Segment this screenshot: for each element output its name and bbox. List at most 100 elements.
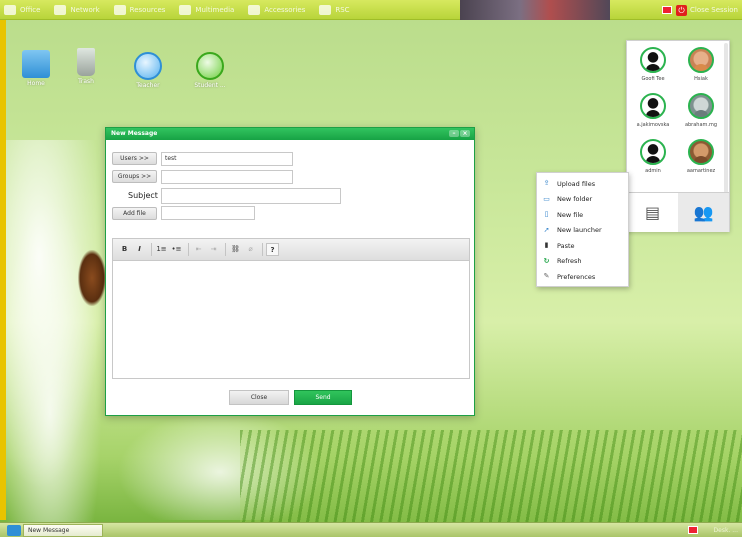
user-item[interactable]: Goofi Tee bbox=[629, 47, 677, 82]
menu-accessories[interactable]: Accessories bbox=[248, 4, 305, 15]
menu-item-preferences[interactable]: ✎ Preferences bbox=[537, 269, 628, 285]
menu-multimedia[interactable]: Multimedia bbox=[179, 4, 235, 15]
bold-button[interactable]: B bbox=[118, 243, 131, 256]
groups-field[interactable] bbox=[161, 170, 293, 184]
add-file-button[interactable]: Add file bbox=[112, 207, 157, 220]
network-icon bbox=[54, 4, 67, 15]
menu-label: Network bbox=[70, 5, 100, 14]
butterfly-decoration bbox=[78, 250, 106, 306]
desktop-icon-student[interactable]: Student ... bbox=[180, 52, 240, 89]
desktop-context-menu: ⇪ Upload files ▭ New folder ▯ New file ➚… bbox=[536, 172, 629, 287]
users-button[interactable]: Users >> bbox=[112, 152, 157, 165]
user-item[interactable]: admin bbox=[629, 139, 677, 174]
send-button[interactable]: Send bbox=[294, 390, 352, 405]
avatar bbox=[640, 93, 666, 119]
folder-icon: ▭ bbox=[543, 194, 550, 203]
menu-item-label: New launcher bbox=[557, 226, 602, 235]
menu-rsc[interactable]: RSC bbox=[319, 4, 350, 15]
link-button[interactable]: ⛓ bbox=[229, 243, 242, 256]
taskbar-desk-label[interactable]: Desk. ... bbox=[714, 527, 738, 534]
menu-item-upload-files[interactable]: ⇪ Upload files bbox=[537, 176, 628, 192]
indent-button[interactable]: ⇥ bbox=[207, 243, 220, 256]
desktop-icon-teacher[interactable]: Teacher bbox=[118, 52, 178, 89]
top-menu-bar: Office Network Resources Multimedia Acce… bbox=[0, 0, 742, 20]
taskbar: New Message Desk. ... bbox=[0, 522, 742, 537]
topbar-banner-image bbox=[460, 0, 610, 20]
menu-label: Multimedia bbox=[195, 5, 235, 14]
user-item[interactable]: aamartinez bbox=[677, 139, 725, 174]
menu-item-refresh[interactable]: ↻ Refresh bbox=[537, 254, 628, 270]
groups-button[interactable]: Groups >> bbox=[112, 170, 157, 183]
menu-item-new-launcher[interactable]: ➚ New launcher bbox=[537, 223, 628, 239]
avatar bbox=[688, 93, 714, 119]
unlink-button[interactable]: ⌀ bbox=[244, 243, 257, 256]
toolbar-separator bbox=[225, 243, 226, 256]
taskbar-tray: Desk. ... bbox=[687, 526, 738, 534]
user-item[interactable]: a.jakimovska bbox=[629, 93, 677, 128]
trash-icon bbox=[77, 48, 95, 76]
menu-item-label: Upload files bbox=[557, 179, 596, 188]
taskbar-item-new-message[interactable]: New Message bbox=[23, 524, 103, 537]
subject-label: Subject bbox=[128, 191, 158, 200]
avatar bbox=[640, 139, 666, 165]
subject-field[interactable] bbox=[161, 188, 341, 204]
menu-network[interactable]: Network bbox=[54, 4, 100, 15]
user-name: admin bbox=[645, 168, 661, 174]
avatar bbox=[688, 47, 714, 73]
power-icon[interactable]: ⏻ bbox=[675, 4, 687, 16]
minimize-icon[interactable]: – bbox=[449, 130, 459, 137]
chat-bubble-icon bbox=[134, 52, 162, 80]
menu-item-new-file[interactable]: ▯ New file bbox=[537, 207, 628, 223]
italic-button[interactable]: I bbox=[133, 243, 146, 256]
help-button[interactable]: ? bbox=[266, 243, 279, 256]
user-item[interactable]: Hsiak bbox=[677, 47, 725, 82]
ordered-list-button[interactable]: 1≡ bbox=[155, 243, 168, 256]
menu-item-label: Paste bbox=[557, 241, 575, 250]
panel-tabs: ▤ 👥 bbox=[627, 192, 729, 232]
contact-card-icon[interactable]: ▤ bbox=[627, 193, 678, 232]
menu-item-new-folder[interactable]: ▭ New folder bbox=[537, 192, 628, 208]
menu-resources[interactable]: Resources bbox=[113, 4, 166, 15]
accessories-icon bbox=[248, 4, 261, 15]
unordered-list-button[interactable]: •≡ bbox=[170, 243, 183, 256]
toolbar-separator bbox=[262, 243, 263, 256]
launcher-icon: ➚ bbox=[543, 225, 550, 234]
user-item[interactable]: abraham.mg bbox=[677, 93, 725, 128]
language-flag-icon[interactable] bbox=[661, 6, 672, 14]
close-window-icon[interactable]: × bbox=[460, 130, 470, 137]
window-titlebar[interactable]: New Message – × bbox=[106, 128, 474, 140]
user-name: a.jakimovska bbox=[636, 122, 670, 128]
menu-item-label: Refresh bbox=[557, 257, 582, 266]
users-panel: Goofi Tee Hsiak a.jakimovska abraham.mg … bbox=[626, 40, 730, 232]
desktop-icon-label: Student ... bbox=[194, 82, 226, 89]
menu-item-label: New file bbox=[557, 210, 584, 219]
language-flag-icon[interactable] bbox=[687, 526, 698, 534]
paste-icon: ▮ bbox=[544, 241, 549, 250]
users-field[interactable]: test bbox=[161, 152, 293, 166]
menu-item-label: New folder bbox=[557, 195, 593, 204]
menu-label: RSC bbox=[335, 5, 350, 14]
window-controls: – × bbox=[448, 130, 470, 137]
desktop-icon-trash[interactable]: Trash bbox=[56, 48, 116, 85]
menu-item-label: Preferences bbox=[557, 272, 596, 281]
menu-item-paste[interactable]: ▮ Paste bbox=[537, 238, 628, 254]
start-icon[interactable] bbox=[7, 525, 21, 536]
group-icon[interactable]: 👥 bbox=[678, 193, 729, 232]
close-button[interactable]: Close bbox=[229, 390, 289, 405]
wrench-icon: ✎ bbox=[543, 272, 550, 281]
message-body-textarea[interactable] bbox=[113, 261, 469, 378]
grass-decoration bbox=[240, 430, 742, 522]
toolbar-separator bbox=[188, 243, 189, 256]
close-session-link[interactable]: Close Session bbox=[690, 6, 738, 14]
editor-toolbar: B I 1≡ •≡ ⇤ ⇥ ⛓ ⌀ ? bbox=[113, 239, 469, 261]
menu-office[interactable]: Office bbox=[4, 4, 40, 15]
message-editor: B I 1≡ •≡ ⇤ ⇥ ⛓ ⌀ ? bbox=[112, 238, 470, 379]
chat-bubble-icon bbox=[196, 52, 224, 80]
outdent-button[interactable]: ⇤ bbox=[192, 243, 205, 256]
file-icon: ▯ bbox=[544, 210, 549, 219]
avatar bbox=[640, 47, 666, 73]
add-file-field[interactable] bbox=[161, 206, 255, 220]
menu-label: Resources bbox=[129, 5, 166, 14]
upload-icon: ⇪ bbox=[543, 179, 550, 188]
resources-icon bbox=[113, 4, 126, 15]
